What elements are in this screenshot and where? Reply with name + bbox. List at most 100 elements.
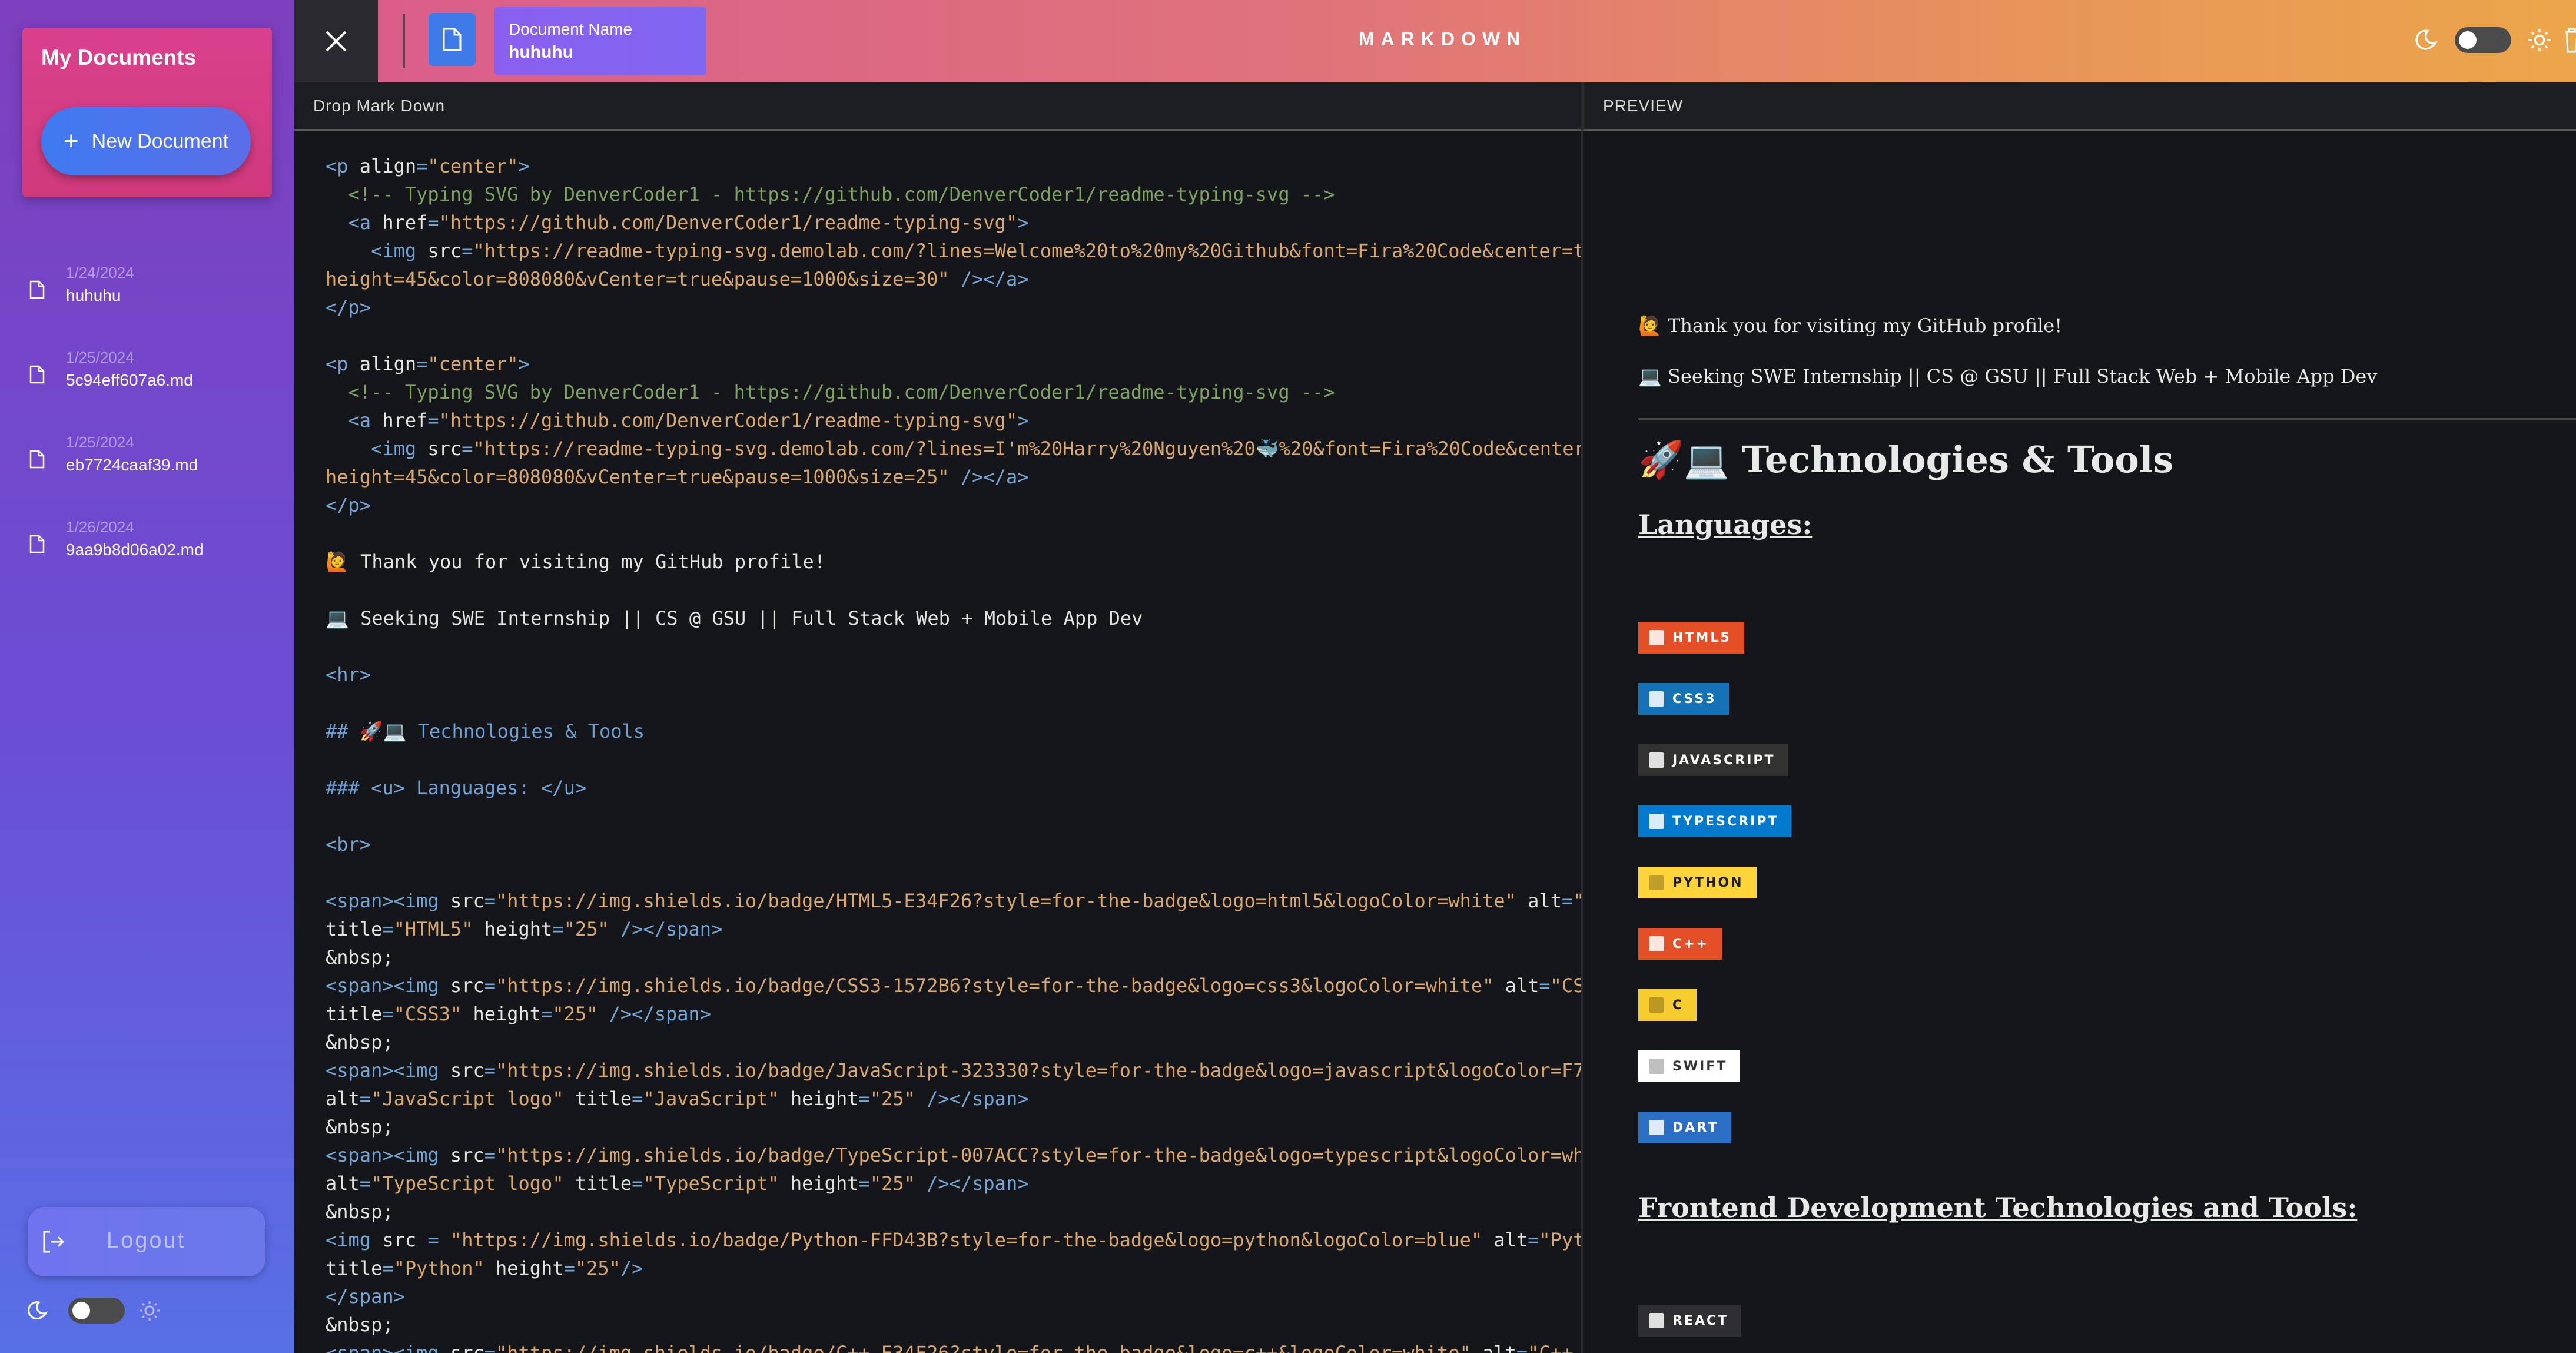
code-token: "25" [563, 918, 609, 940]
close-icon [326, 31, 347, 52]
code-token: > [1017, 409, 1029, 432]
code-line: ### <u> Languages: </u> [326, 774, 1581, 802]
code-token: alt [1482, 1229, 1528, 1251]
plus-icon: + [63, 127, 79, 155]
badge-logo-icon [1649, 752, 1664, 768]
code-token: title [326, 1257, 383, 1279]
code-token: "https://img.shields.io/badge/HTML5-E34F… [495, 890, 1516, 912]
markdown-source[interactable]: <p align="center"> <!-- Typing SVG by De… [326, 152, 1581, 1353]
code-token: src [450, 1342, 484, 1353]
badge-logo-icon [1649, 814, 1664, 829]
code-token: = [382, 1257, 394, 1279]
badge-logo-icon [1649, 691, 1664, 707]
code-token: > [518, 353, 530, 375]
code-token: "CSS3" [393, 1003, 462, 1025]
code-token: src [382, 1229, 417, 1251]
code-token: = [632, 1087, 643, 1110]
code-token: = [382, 918, 394, 940]
code-token: = [416, 155, 428, 177]
code-token: <span><img [326, 1342, 450, 1353]
language-badge: HTML5 [1638, 622, 1744, 654]
preview-seeking-text: 💻 Seeking SWE Internship || CS @ GSU || … [1638, 365, 2378, 387]
code-line: <br> [326, 830, 1581, 858]
code-token: "25" [869, 1172, 915, 1195]
preview-frontend-heading: Frontend Development Technologies and To… [1638, 1192, 2358, 1223]
code-token: /></a> [949, 268, 1029, 290]
logout-icon [43, 1231, 65, 1253]
code-token: <span><img [326, 974, 450, 997]
new-document-button[interactable]: + New Document [41, 107, 251, 175]
language-badge: TYPESCRIPT [1638, 805, 1792, 837]
code-token: align [359, 155, 417, 177]
document-item[interactable]: 1/26/2024 9aa9b8d06a02.md [29, 518, 277, 577]
document-name-label: Document Name [509, 20, 633, 38]
code-token: "https://img.shields.io/badge/TypeScript… [495, 1144, 1581, 1166]
badge-label: PYTHON [1672, 875, 1744, 890]
code-token: /></span> [609, 918, 723, 940]
theme-switch[interactable] [68, 1298, 125, 1324]
badge-logo-icon [1649, 630, 1664, 645]
editor-label: Drop Mark Down [313, 97, 446, 115]
close-button[interactable] [294, 0, 378, 82]
code-token: "JavaScript" [643, 1087, 779, 1110]
document-date: 1/25/2024 [66, 433, 134, 451]
code-token: 🙋 Thank you for visiting my GitHub profi… [326, 551, 825, 573]
code-token: "HTML5" [393, 918, 473, 940]
code-line: <a href="https://github.com/DenverCoder1… [326, 406, 1581, 435]
code-line: ​ [326, 321, 1581, 350]
logout-button[interactable]: Logout [28, 1207, 265, 1276]
badge-label: C++ [1672, 936, 1709, 951]
badge-logo-icon [1649, 875, 1664, 890]
code-token: = [484, 1144, 496, 1166]
code-token: "https://github.com/DenverCoder1/readme-… [439, 409, 1018, 432]
document-item[interactable]: 1/25/2024 eb7724caaf39.md [29, 433, 277, 492]
code-line: ## 🚀💻 Technologies & Tools [326, 717, 1581, 745]
code-line: <span><img src="https://img.shields.io/b… [326, 971, 1581, 1000]
code-token: = [858, 1087, 870, 1110]
moon-icon [28, 1301, 48, 1320]
code-token: /></span> [915, 1172, 1029, 1195]
code-line: <img src = "https://img.shields.io/badge… [326, 1226, 1581, 1254]
code-token: = [484, 974, 496, 997]
sun-icon [2528, 29, 2551, 51]
new-document-label: New Document [91, 130, 229, 152]
preview-tech-heading: 🚀💻 Technologies & Tools [1638, 438, 2174, 481]
code-line: <a href="https://github.com/DenverCoder1… [326, 208, 1581, 237]
code-line: 🙋 Thank you for visiting my GitHub profi… [326, 548, 1581, 576]
file-button[interactable] [429, 13, 476, 66]
code-token: ### [326, 777, 371, 799]
code-line: <p align="center"> [326, 350, 1581, 378]
language-badge: PYTHON [1638, 867, 1757, 898]
badge-label: SWIFT [1672, 1059, 1728, 1074]
code-line: <span><img src="https://img.shields.io/b… [326, 1339, 1581, 1353]
code-line: <span><img src="https://img.shields.io/b… [326, 1141, 1581, 1169]
code-line: alt="TypeScript logo" title="TypeScript"… [326, 1169, 1581, 1198]
document-name-field[interactable]: Document Name huhuhu [494, 7, 706, 75]
code-line: 💻 Seeking SWE Internship || CS @ GSU || … [326, 604, 1581, 632]
code-token: height [473, 918, 553, 940]
document-item[interactable]: 1/24/2024 huhuhu [29, 264, 277, 323]
document-item[interactable]: 1/25/2024 5c94eff607a6.md [29, 349, 277, 407]
code-token: "Python logo" [1539, 1229, 1581, 1251]
code-token: <span><img [326, 1144, 450, 1166]
code-token: "25" [575, 1257, 620, 1279]
code-token: <hr> [326, 664, 371, 686]
code-token: src [450, 974, 484, 997]
code-token: = [1528, 1229, 1539, 1251]
code-token: "https://img.shields.io/badge/JavaScript… [495, 1059, 1581, 1082]
document-name: huhuhu [66, 286, 121, 304]
theme-switch[interactable] [2455, 27, 2511, 53]
language-badge: DART [1638, 1112, 1732, 1143]
code-line: title="CSS3" height="25" /></span> [326, 1000, 1581, 1028]
code-token: = [1539, 974, 1551, 997]
code-token: <img [326, 437, 428, 460]
trash-icon[interactable] [2563, 26, 2576, 54]
code-token: "https://img.shields.io/badge/CSS3-1572B… [495, 974, 1494, 997]
code-line: ​ [326, 689, 1581, 717]
code-token: &nbsp; [326, 1201, 394, 1223]
code-token: height [779, 1087, 859, 1110]
document-name-value[interactable]: huhuhu [509, 42, 573, 62]
markdown-editor[interactable]: <p align="center"> <!-- Typing SVG by De… [294, 132, 1581, 1353]
code-token: /> [620, 1257, 643, 1279]
code-line: <!-- Typing SVG by DenverCoder1 - https:… [326, 378, 1581, 406]
